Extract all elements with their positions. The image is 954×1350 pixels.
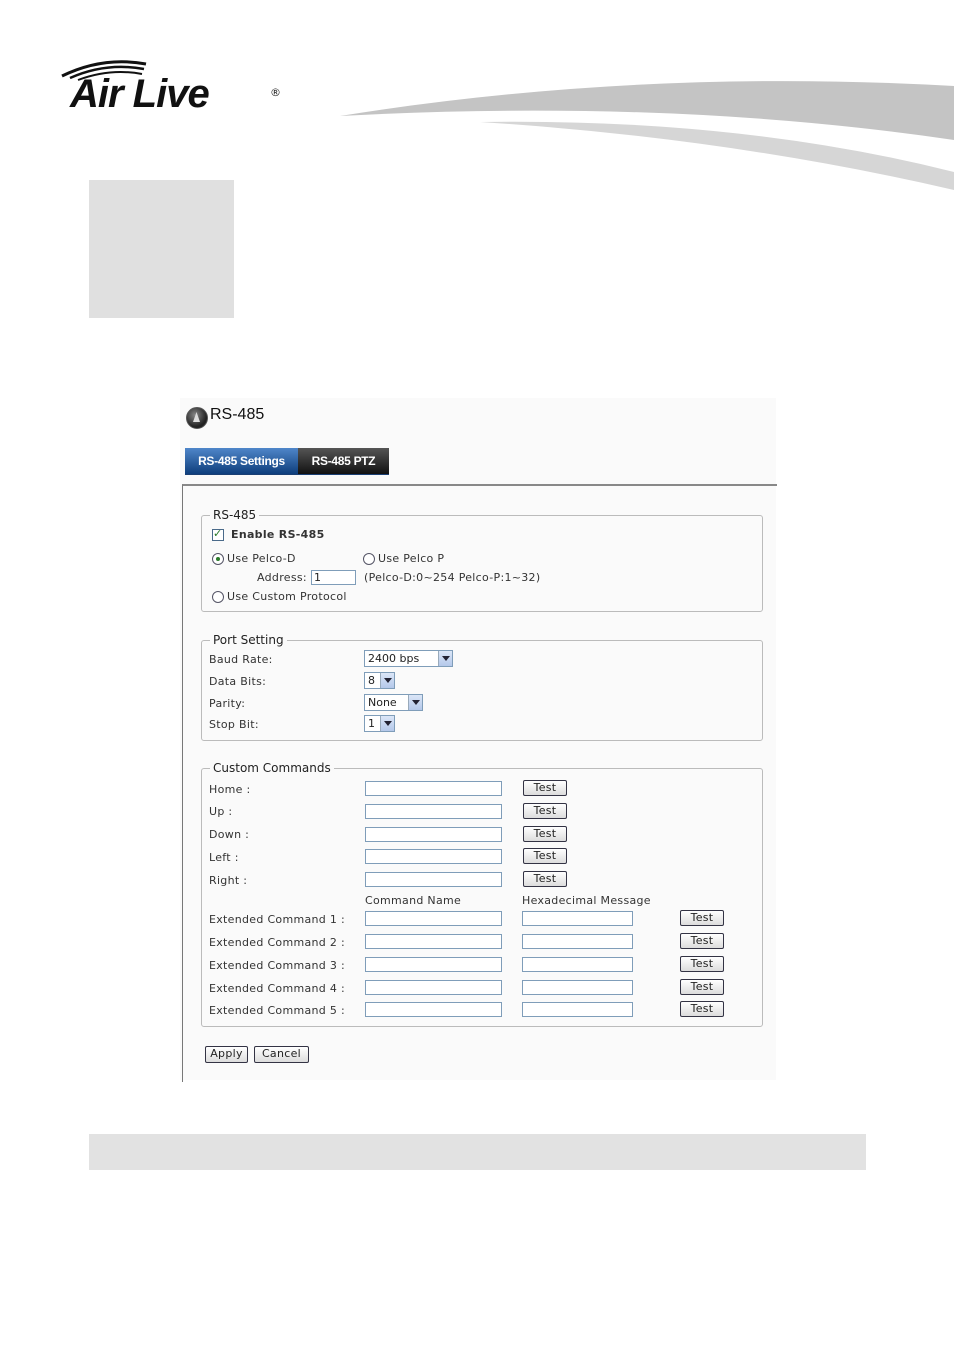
extended-command-3-name-input[interactable]	[365, 957, 502, 972]
footer-bar	[89, 1134, 866, 1170]
test-extended-command-1-button[interactable]: Test	[680, 910, 724, 926]
extended-command-label-2: Extended Command 2 :	[209, 936, 345, 949]
logo-registered-mark: ®	[270, 86, 281, 99]
test-extended-command-2-button[interactable]: Test	[680, 933, 724, 949]
extended-command-4-name-input[interactable]	[365, 980, 502, 995]
tab-underline	[185, 474, 389, 475]
custom-commands-legend: Custom Commands	[213, 761, 331, 775]
port-setting-fieldset: Port Setting	[201, 633, 763, 741]
baud-rate-value: 2400 bps	[368, 652, 420, 665]
chevron-down-icon	[408, 695, 422, 710]
chapter-box	[89, 180, 234, 318]
data-bits-select[interactable]: 8	[364, 672, 395, 689]
tab-rs485-ptz[interactable]: RS-485 PTZ	[298, 448, 389, 474]
command-label-down: Down :	[209, 828, 250, 841]
column-header-command-name: Command Name	[365, 894, 462, 907]
baud-rate-label: Baud Rate:	[209, 653, 273, 666]
extended-command-label-5: Extended Command 5 :	[209, 1004, 345, 1017]
command-label-left: Left :	[209, 851, 239, 864]
pelco-d-radio[interactable]	[212, 553, 224, 565]
test-right-button[interactable]: Test	[523, 871, 567, 887]
home-command-input[interactable]	[365, 781, 502, 796]
test-extended-command-4-button[interactable]: Test	[680, 979, 724, 995]
rs485-panel: RS-485 RS-485 Settings RS-485 PTZ RS-485…	[180, 398, 777, 1082]
command-label-right: Right :	[209, 874, 248, 887]
pelco-p-radio[interactable]	[363, 553, 375, 565]
extended-command-2-hex-input[interactable]	[522, 934, 633, 949]
logo-text: Air Live	[70, 72, 210, 116]
extended-command-2-name-input[interactable]	[365, 934, 502, 949]
extended-command-1-hex-input[interactable]	[522, 911, 633, 926]
custom-protocol-label: Use Custom Protocol	[227, 590, 347, 603]
extended-command-5-name-input[interactable]	[365, 1002, 502, 1017]
data-bits-label: Data Bits:	[209, 675, 267, 688]
baud-rate-select[interactable]: 2400 bps	[364, 650, 453, 667]
pelco-d-label: Use Pelco-D	[227, 552, 296, 565]
extended-command-label-4: Extended Command 4 :	[209, 982, 345, 995]
rs485-legend: RS-485	[213, 508, 257, 522]
panel-title-text: RS-485	[210, 406, 265, 423]
extended-command-3-hex-input[interactable]	[522, 957, 633, 972]
airlive-logo: Air Live ®	[58, 58, 288, 128]
extended-command-5-hex-input[interactable]	[522, 1002, 633, 1017]
down-command-input[interactable]	[365, 827, 502, 842]
test-extended-command-5-button[interactable]: Test	[680, 1001, 724, 1017]
custom-protocol-radio[interactable]	[212, 591, 224, 603]
settings-content: RS-485 Enable RS-485 Use Pelco-D Use Pel…	[182, 484, 777, 1082]
chevron-down-icon	[380, 716, 394, 731]
port-setting-legend: Port Setting	[213, 633, 284, 647]
up-command-input[interactable]	[365, 804, 502, 819]
right-command-input[interactable]	[365, 872, 502, 887]
enable-rs485-label: Enable RS-485	[231, 528, 325, 541]
address-hint: (Pelco-D:0~254 Pelco-P:1~32)	[364, 571, 541, 584]
left-command-input[interactable]	[365, 849, 502, 864]
command-label-home: Home :	[209, 783, 251, 796]
camera-icon	[186, 407, 208, 429]
column-header-hex-message: Hexadecimal Message	[522, 894, 651, 907]
cancel-button[interactable]: Cancel	[254, 1046, 309, 1063]
header-swoosh-icon	[340, 81, 954, 190]
extended-command-label-1: Extended Command 1 :	[209, 913, 345, 926]
apply-button[interactable]: Apply	[205, 1046, 248, 1063]
parity-select[interactable]: None	[364, 694, 423, 711]
address-input[interactable]	[311, 570, 356, 585]
pelco-p-label: Use Pelco P	[378, 552, 445, 565]
test-home-button[interactable]: Test	[523, 780, 567, 796]
extended-command-4-hex-input[interactable]	[522, 980, 633, 995]
test-left-button[interactable]: Test	[523, 848, 567, 864]
extended-command-1-name-input[interactable]	[365, 911, 502, 926]
parity-value: None	[368, 696, 397, 709]
test-down-button[interactable]: Test	[523, 826, 567, 842]
address-label: Address:	[257, 571, 307, 584]
parity-label: Parity:	[209, 697, 246, 710]
chevron-down-icon	[438, 651, 452, 666]
chevron-down-icon	[380, 673, 394, 688]
stop-bit-value: 1	[368, 717, 375, 730]
stop-bit-label: Stop Bit:	[209, 718, 259, 731]
command-label-up: Up :	[209, 805, 233, 818]
test-extended-command-3-button[interactable]: Test	[680, 956, 724, 972]
enable-rs485-checkbox[interactable]	[212, 527, 224, 541]
data-bits-value: 8	[368, 674, 375, 687]
extended-command-label-3: Extended Command 3 :	[209, 959, 345, 972]
test-up-button[interactable]: Test	[523, 803, 567, 819]
tab-rs485-settings[interactable]: RS-485 Settings	[185, 448, 298, 474]
stop-bit-select[interactable]: 1	[364, 715, 395, 732]
